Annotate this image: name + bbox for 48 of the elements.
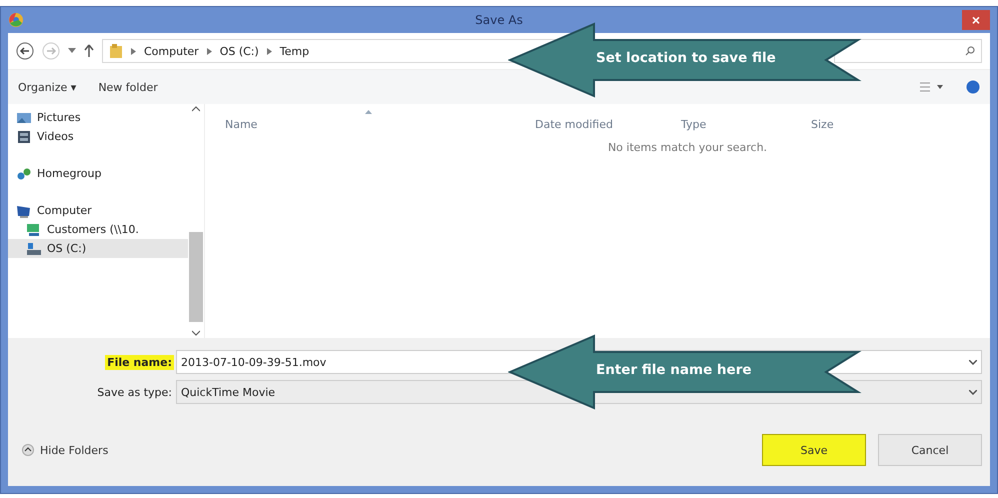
dropdown-icon[interactable] — [68, 48, 76, 54]
nav-item[interactable]: Computer — [8, 201, 188, 220]
network-drive-icon — [26, 222, 42, 236]
chevron-icon — [206, 48, 212, 54]
drive-icon — [26, 242, 42, 256]
view-options-icon[interactable] — [920, 81, 944, 93]
film-icon — [16, 130, 32, 144]
column-header[interactable]: Type — [681, 118, 811, 131]
column-header[interactable]: Name — [225, 118, 535, 131]
scrollbar[interactable] — [188, 104, 204, 338]
pictures-icon — [16, 111, 32, 124]
folder-icon — [109, 43, 123, 59]
app-icon — [8, 12, 24, 28]
nav-item[interactable]: Videos — [8, 127, 188, 146]
chevron-icon — [131, 48, 136, 54]
collapse-icon — [22, 444, 34, 456]
save-button[interactable]: Save — [762, 434, 866, 466]
up-arrow-icon[interactable] — [84, 44, 94, 58]
column-header[interactable]: Size — [811, 118, 990, 131]
scroll-up-icon[interactable] — [192, 106, 200, 112]
people-icon — [16, 166, 32, 180]
nav-item[interactable]: OS (C:) — [8, 239, 188, 258]
nav-item[interactable]: Homegroup — [8, 164, 188, 183]
back-icon[interactable] — [16, 42, 34, 60]
close-button[interactable]: × — [962, 10, 990, 30]
organize-menu[interactable]: Organize ▾ — [18, 80, 76, 94]
dropdown-icon[interactable] — [969, 390, 977, 394]
column-header[interactable]: Date modified — [535, 118, 681, 131]
field-label: File name: — [105, 354, 174, 370]
empty-message: No items match your search. — [608, 141, 768, 154]
cancel-button[interactable]: Cancel — [878, 434, 982, 466]
search-icon — [965, 46, 975, 56]
dropdown-icon[interactable] — [969, 360, 977, 364]
breadcrumb[interactable]: Temp — [280, 44, 310, 58]
sort-icon — [365, 110, 372, 114]
breadcrumb[interactable]: Computer — [144, 44, 199, 58]
computer-icon — [16, 204, 32, 218]
breadcrumb[interactable]: OS (C:) — [220, 44, 259, 58]
nav-item[interactable]: Pictures — [8, 108, 188, 127]
scroll-down-icon[interactable] — [192, 330, 200, 336]
field-label: Save as type: — [96, 384, 173, 400]
new-folder-button[interactable]: New folder — [98, 80, 158, 94]
hide-folders-button[interactable]: Hide Folders — [16, 444, 108, 456]
help-icon[interactable] — [966, 80, 980, 94]
callout-text: Set location to save file — [596, 50, 776, 66]
chevron-icon — [266, 48, 272, 54]
nav-item[interactable]: Customers (\\10. — [8, 220, 188, 239]
window-title: Save As — [474, 13, 524, 27]
